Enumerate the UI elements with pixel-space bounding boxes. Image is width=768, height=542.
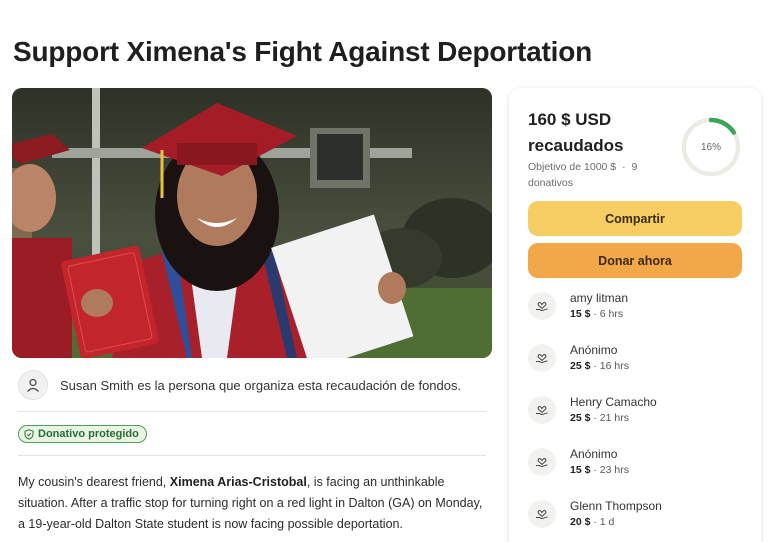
donate-button[interactable]: Donar ahora [528,243,742,278]
donation-text: Anónimo 25 $ · 16 hrs [570,342,629,374]
shield-icon [24,428,34,440]
campaign-story: My cousin's dearest friend, Ximena Arias… [18,472,488,535]
donation-text: Anónimo 15 $ · 23 hrs [570,446,629,478]
donation-amount: 25 $ [570,412,591,424]
heart-hand-icon [528,448,556,476]
heart-hand-icon [528,292,556,320]
donation-item: Anónimo 25 $ · 16 hrs [528,340,742,376]
donation-item: Anónimo 15 $ · 23 hrs [528,444,742,480]
donation-meta: 20 $ · 1 d [570,514,662,530]
page-title: Support Ximena's Fight Against Deportati… [13,36,593,67]
donation-meta: 25 $ · 16 hrs [570,358,629,374]
raised-label: recaudados [528,136,624,155]
donation-time: · 21 hrs [593,412,629,424]
donation-time: · 1 d [593,516,615,528]
donation-text: Glenn Thompson 20 $ · 1 d [570,498,662,530]
protected-donation-badge[interactable]: Donativo protegido [18,425,147,443]
heart-hand-icon [528,500,556,528]
donation-text: Henry Camacho 25 $ · 21 hrs [570,394,657,426]
goal-summary: Objetivo de 1000 $ · 9 donativos [528,159,668,191]
donation-meta: 15 $ · 23 hrs [570,462,629,478]
heart-hand-icon [528,344,556,372]
donor-name: Anónimo [570,343,618,357]
donation-time: · 16 hrs [593,360,629,372]
badge-label: Donativo protegido [38,428,139,440]
donation-amount: 15 $ [570,464,591,476]
goal-text: Objetivo de 1000 $ [528,161,617,173]
user-icon [18,370,48,400]
divider [18,411,486,412]
donation-time: · 23 hrs [593,464,629,476]
amount-raised: 160 $ USD recaudados [528,107,678,159]
share-button[interactable]: Compartir [528,201,742,236]
heart-hand-icon [528,396,556,424]
divider [18,455,486,456]
story-text: My cousin's dearest friend, [18,475,170,489]
raised-amount: 160 $ USD [528,110,612,129]
donation-item: Henry Camacho 25 $ · 21 hrs [528,392,742,428]
donation-item: amy litman 15 $ · 6 hrs [528,288,742,324]
donation-amount: 15 $ [570,308,591,320]
donation-amount: 25 $ [570,360,591,372]
donor-name: Glenn Thompson [570,499,662,513]
beneficiary-name: Ximena Arias-Cristobal [169,475,307,489]
separator: · [622,161,626,173]
donation-item: Glenn Thompson 20 $ · 1 d [528,496,742,532]
donation-card: 160 $ USD recaudados Objetivo de 1000 $ … [509,88,761,542]
donation-meta: 15 $ · 6 hrs [570,306,628,322]
donor-name: Anónimo [570,447,618,461]
donor-name: Henry Camacho [570,395,657,409]
donation-amount: 20 $ [570,516,591,528]
donation-time: · 6 hrs [593,308,624,320]
donor-name: amy litman [570,291,629,305]
progress-percent: 16% [700,141,721,153]
donation-text: amy litman 15 $ · 6 hrs [570,290,628,322]
organizer-text: Susan Smith es la persona que organiza e… [60,377,462,393]
donation-meta: 25 $ · 21 hrs [570,410,657,426]
organizer-row: Susan Smith es la persona que organiza e… [18,369,486,401]
campaign-photo [12,88,492,358]
